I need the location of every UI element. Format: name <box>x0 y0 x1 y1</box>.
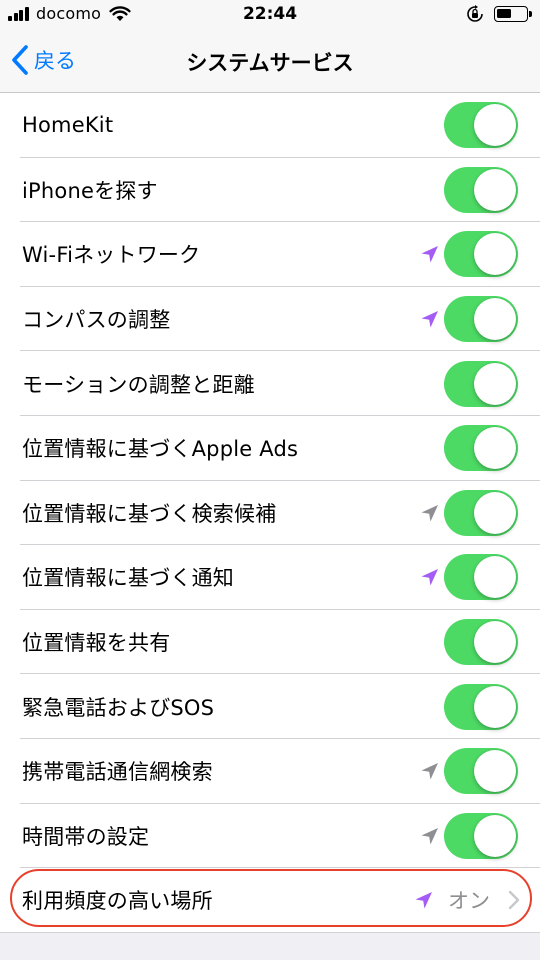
rotation-lock-icon <box>467 5 483 22</box>
toggle-switch[interactable] <box>444 102 518 149</box>
location-arrow-icon <box>421 246 438 263</box>
status-left: docomo <box>8 4 131 23</box>
toggle-knob <box>474 491 516 534</box>
row-label: 位置情報に基づく検索候補 <box>22 501 277 526</box>
list-item: 緊急電話およびSOS <box>0 674 540 739</box>
toggle-switch[interactable] <box>444 748 518 795</box>
toggle-knob <box>474 750 516 793</box>
list-item: コンパスの調整 <box>0 286 540 352</box>
back-label: 戻る <box>34 49 76 73</box>
frequent-locations-row[interactable]: 利用頻度の高い場所 オン <box>0 868 540 933</box>
navigation-bar: 戻る システムサービス <box>0 30 540 93</box>
toggle-switch[interactable] <box>444 296 518 343</box>
row-value: オン <box>448 889 490 914</box>
toggle-switch[interactable] <box>444 554 518 601</box>
row-label: 位置情報を共有 <box>22 631 171 656</box>
page-title: システムサービス <box>186 51 354 75</box>
row-label: 利用頻度の高い場所 <box>22 889 213 914</box>
row-label: コンパスの調整 <box>22 308 171 333</box>
toggle-knob <box>474 298 516 341</box>
toggle-knob <box>474 168 516 211</box>
chevron-right-icon <box>508 891 520 910</box>
list-item: 位置情報を共有 <box>0 609 540 675</box>
carrier-name: docomo <box>36 4 102 23</box>
chevron-left-icon <box>12 45 28 75</box>
toggle-knob <box>474 685 516 728</box>
list-item: HomeKit <box>0 93 540 158</box>
list-item: 位置情報に基づくApple Ads <box>0 415 540 481</box>
row-label: 時間帯の設定 <box>22 824 150 849</box>
row-label: HomeKit <box>22 113 114 138</box>
toggle-knob <box>474 233 516 276</box>
status-right <box>466 5 532 23</box>
row-label: iPhoneを探す <box>22 178 158 203</box>
back-button[interactable]: 戻る <box>10 44 76 76</box>
toggle-knob <box>474 556 516 599</box>
list-item: 携帯電話通信網検索 <box>0 738 540 804</box>
location-arrow-icon <box>415 892 432 909</box>
location-arrow-icon <box>421 569 438 586</box>
row-label: 緊急電話およびSOS <box>22 695 215 720</box>
list-item: 位置情報に基づく通知 <box>0 545 540 610</box>
location-arrow-icon <box>421 827 438 845</box>
list-item: 位置情報に基づく検索候補 <box>0 480 540 546</box>
toggle-knob <box>474 621 516 664</box>
toggle-switch[interactable] <box>444 812 518 859</box>
toggle-switch[interactable] <box>444 425 518 472</box>
toggle-switch[interactable] <box>444 166 518 213</box>
row-label: 位置情報に基づく通知 <box>22 566 234 591</box>
battery-icon <box>494 6 532 22</box>
list-item: iPhoneを探す <box>0 157 540 223</box>
toggle-switch[interactable] <box>444 360 518 407</box>
status-bar: docomo 22:44 <box>0 0 540 30</box>
settings-list: HomeKit iPhoneを探す Wi-Fiネットワーク コンパスの調整 モー… <box>0 93 540 933</box>
toggle-knob <box>474 814 516 857</box>
list-item: 時間帯の設定 <box>0 803 540 869</box>
row-label: モーションの調整と距離 <box>22 372 255 397</box>
signal-icon <box>8 6 30 21</box>
toggle-switch[interactable] <box>444 619 518 666</box>
list-item: Wi-Fiネットワーク <box>0 222 540 287</box>
toggle-knob <box>474 362 516 405</box>
toggle-switch[interactable] <box>444 683 518 730</box>
location-arrow-icon <box>421 763 438 780</box>
row-label: Wi-Fiネットワーク <box>22 243 201 268</box>
toggle-switch[interactable] <box>444 489 518 536</box>
row-label: 携帯電話通信網検索 <box>22 760 213 785</box>
toggle-switch[interactable] <box>444 231 518 278</box>
location-arrow-icon <box>421 311 438 328</box>
location-arrow-icon <box>421 504 438 522</box>
list-item: モーションの調整と距離 <box>0 351 540 416</box>
wifi-icon <box>109 5 131 21</box>
row-label: 位置情報に基づくApple Ads <box>22 437 299 462</box>
toggle-knob <box>474 427 516 470</box>
toggle-knob <box>474 104 516 147</box>
